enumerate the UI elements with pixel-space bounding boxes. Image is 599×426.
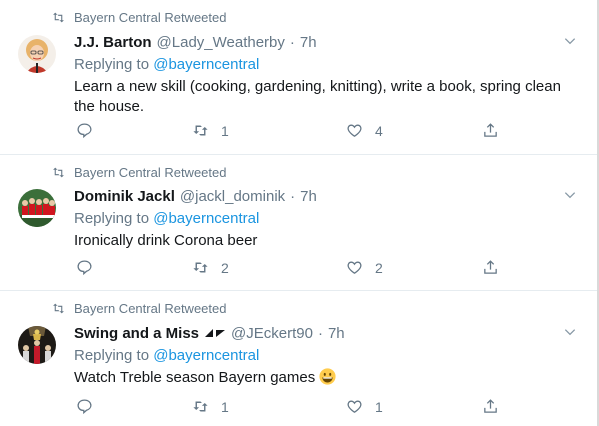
heart-icon: [347, 261, 362, 274]
cartoon-woman-avatar-icon: [18, 35, 56, 73]
football-team-avatar-icon: [18, 189, 56, 227]
replying-to-link[interactable]: @bayerncentral: [153, 210, 259, 227]
chevron-down-icon[interactable]: [563, 325, 577, 339]
retweet-button[interactable]: 1: [192, 122, 229, 139]
retweet-icon: [193, 262, 208, 273]
retweet-icon: [193, 125, 208, 136]
replying-to-label: Replying to: [74, 347, 154, 364]
tweet-actions: 1 4: [74, 122, 504, 142]
retweet-button[interactable]: 1: [192, 398, 229, 415]
reply-icon: [77, 399, 92, 415]
user-handle[interactable]: @JEckert90: [231, 325, 313, 342]
timestamp[interactable]: 7h: [300, 34, 317, 51]
like-count: 1: [375, 398, 383, 415]
separator-dot: ·: [289, 34, 295, 51]
avatar[interactable]: [18, 35, 56, 73]
retweet-count: 1: [221, 122, 229, 139]
name-badges: [204, 328, 226, 338]
tweet-actions: 1 1: [74, 398, 504, 418]
triangle-badge-icon: [205, 329, 226, 337]
user-handle[interactable]: @jackl_dominik: [180, 188, 285, 205]
like-count: 2: [375, 259, 383, 276]
share-icon: [484, 260, 497, 274]
replying-to-label: Replying to: [74, 210, 154, 227]
retweet-context: Bayern Central Retweeted: [52, 165, 226, 180]
replying-to-label: Replying to: [74, 56, 154, 73]
retweet-count: 2: [221, 259, 229, 276]
like-button[interactable]: 1: [346, 398, 383, 415]
share-icon: [484, 399, 497, 413]
share-icon: [484, 123, 497, 137]
like-count: 4: [375, 122, 383, 139]
tweet-header: Dominik Jackl @jackl_dominik · 7h: [74, 188, 317, 205]
heart-icon: [347, 400, 362, 413]
share-button[interactable]: [482, 259, 499, 276]
tweet-1[interactable]: Bayern Central Retweeted J.J. Barton @La…: [0, 0, 597, 155]
tweet-text-content: Watch Treble season Bayern games: [74, 369, 316, 386]
reply-button[interactable]: [76, 398, 105, 415]
reply-icon: [77, 260, 92, 276]
replying-to: Replying to @bayerncentral: [74, 210, 259, 227]
share-button[interactable]: [482, 398, 499, 415]
timestamp[interactable]: 7h: [328, 325, 345, 342]
tweet-text-content: Ironically drink Corona beer: [74, 232, 258, 249]
reply-icon: [77, 123, 92, 139]
heart-icon: [347, 124, 362, 137]
retweet-context-icon: [53, 167, 64, 178]
tweet-text: Watch Treble season Bayern games: [74, 368, 574, 388]
replying-to: Replying to @bayerncentral: [74, 56, 259, 73]
reply-button[interactable]: [76, 259, 105, 276]
trophy-celebration-avatar-icon: [18, 326, 56, 364]
user-handle[interactable]: @Lady_Weatherby: [157, 34, 285, 51]
display-name[interactable]: J.J. Barton: [74, 34, 152, 51]
retweet-count: 1: [221, 398, 229, 415]
retweet-context: Bayern Central Retweeted: [52, 301, 226, 316]
tweet-header: J.J. Barton @Lady_Weatherby · 7h: [74, 34, 317, 51]
retweet-context-icon: [53, 303, 64, 314]
replying-to-link[interactable]: @bayerncentral: [153, 347, 259, 364]
tweet-3[interactable]: Bayern Central Retweeted Swing and a Mis…: [0, 291, 597, 426]
retweet-context-icon: [53, 12, 64, 23]
chevron-down-icon[interactable]: [563, 188, 577, 202]
tweet-text: Learn a new skill (cooking, gardening, k…: [74, 77, 574, 117]
grinning-face-emoji-icon: [319, 368, 336, 385]
retweet-context-label: Bayern Central Retweeted: [74, 165, 227, 180]
separator-dot: ·: [317, 325, 323, 342]
like-button[interactable]: 4: [346, 122, 383, 139]
display-name[interactable]: Dominik Jackl: [74, 188, 175, 205]
tweet-text-content: Learn a new skill (cooking, gardening, k…: [74, 78, 561, 115]
reply-button[interactable]: [76, 122, 105, 139]
avatar[interactable]: [18, 189, 56, 227]
like-button[interactable]: 2: [346, 259, 383, 276]
tweet-actions: 2 2: [74, 259, 504, 279]
replying-to: Replying to @bayerncentral: [74, 347, 259, 364]
retweet-button[interactable]: 2: [192, 259, 229, 276]
replying-to-link[interactable]: @bayerncentral: [153, 56, 259, 73]
tweet-header: Swing and a Miss @JEckert90 · 7h: [74, 325, 345, 342]
separator-dot: ·: [290, 188, 296, 205]
tweet-text: Ironically drink Corona beer: [74, 231, 574, 251]
avatar[interactable]: [18, 326, 56, 364]
retweet-context: Bayern Central Retweeted: [52, 10, 226, 25]
share-button[interactable]: [482, 122, 499, 139]
retweet-context-label: Bayern Central Retweeted: [74, 301, 227, 316]
retweet-icon: [193, 401, 208, 412]
display-name[interactable]: Swing and a Miss: [74, 325, 199, 342]
timestamp[interactable]: 7h: [300, 188, 317, 205]
chevron-down-icon[interactable]: [563, 34, 577, 48]
tweet-2[interactable]: Bayern Central Retweeted Dominik Jackl @…: [0, 155, 597, 291]
retweet-context-label: Bayern Central Retweeted: [74, 10, 227, 25]
